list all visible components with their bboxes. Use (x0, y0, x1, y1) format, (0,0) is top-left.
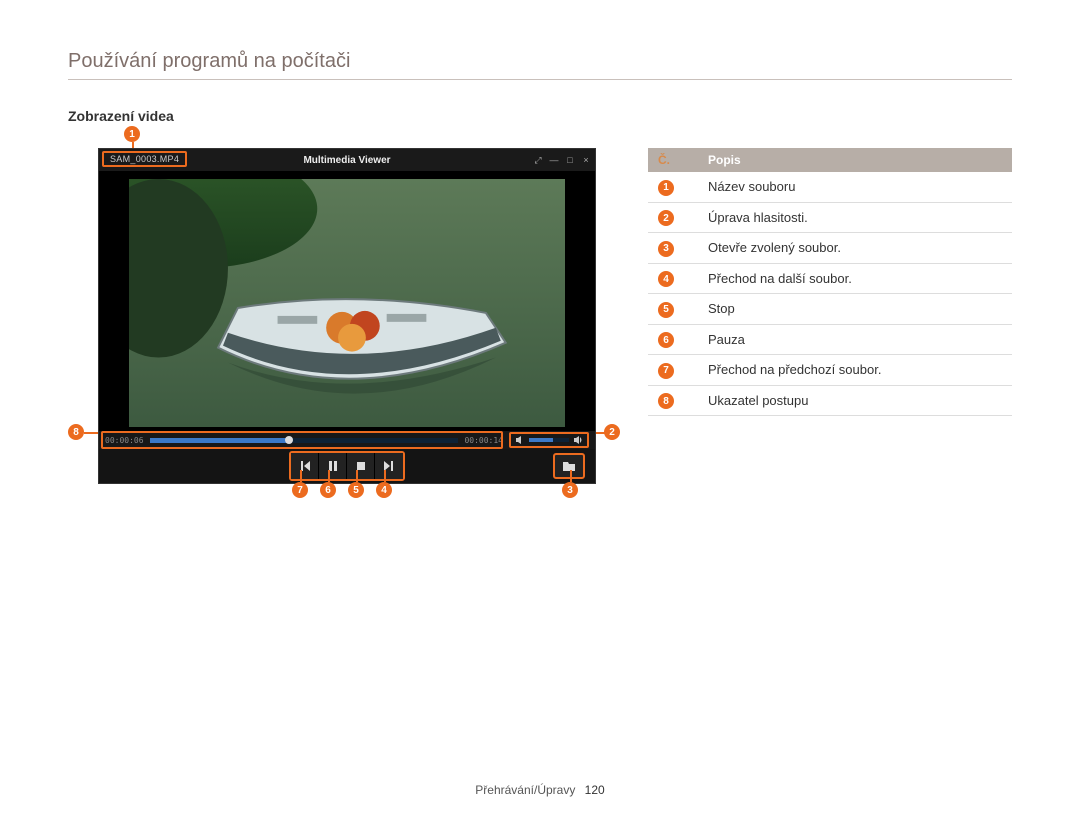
callout-5: 5 (348, 482, 364, 498)
folder-icon (562, 460, 576, 472)
volume-control[interactable] (509, 432, 589, 448)
pause-button[interactable] (319, 453, 347, 479)
table-row: 4Přechod na další soubor. (648, 263, 1012, 294)
table-header-desc: Popis (698, 148, 1012, 172)
next-button[interactable] (375, 453, 403, 479)
table-row: 1Název souboru (648, 172, 1012, 202)
callout-7: 7 (292, 482, 308, 498)
callout-6: 6 (320, 482, 336, 498)
table-header-number: Č. (648, 148, 698, 172)
table-row: 7Přechod na předchozí soubor. (648, 355, 1012, 386)
page-number: 120 (585, 783, 605, 797)
player-figure: 1 8 2 SAM_0003.MP4 Multimedia Viewer ⤢ —… (68, 132, 608, 492)
window-controls: ⤢ — □ × (533, 149, 591, 171)
close-icon[interactable]: × (581, 155, 591, 165)
stop-button[interactable] (347, 453, 375, 479)
callout-2: 2 (604, 424, 620, 440)
filename-label: SAM_0003.MP4 (102, 151, 187, 167)
minimize-icon[interactable]: — (549, 155, 559, 165)
app-title: Multimedia Viewer (303, 155, 390, 166)
callout-3: 3 (562, 482, 578, 498)
table-row: 3Otevře zvolený soubor. (648, 233, 1012, 264)
multimedia-viewer-window: SAM_0003.MP4 Multimedia Viewer ⤢ — □ × (98, 148, 596, 484)
open-file-button[interactable] (553, 453, 585, 479)
playback-buttons-row (99, 449, 595, 483)
previous-button[interactable] (291, 453, 319, 479)
controls-bar: 00:00:06 00:00:14 (99, 431, 595, 449)
description-table: Č. Popis 1Název souboru 2Úprava hlasitos… (648, 148, 1012, 416)
volume-up-icon (573, 435, 583, 445)
video-frame (99, 171, 595, 431)
window-titlebar: SAM_0003.MP4 Multimedia Viewer ⤢ — □ × (99, 149, 595, 171)
section-title: Používání programů na počítači (68, 50, 1012, 80)
expand-icon[interactable]: ⤢ (533, 155, 543, 166)
table-row: 2Úprava hlasitosti. (648, 202, 1012, 233)
table-row: 6Pauza (648, 324, 1012, 355)
breadcrumb: Přehrávání/Úpravy (475, 783, 575, 797)
progress-bar[interactable] (150, 438, 459, 443)
page-footer: Přehrávání/Úpravy 120 (0, 783, 1080, 797)
callout-4: 4 (376, 482, 392, 498)
table-row: 5Stop (648, 294, 1012, 325)
maximize-icon[interactable]: □ (565, 155, 575, 165)
volume-mute-icon (515, 435, 525, 445)
subheading: Zobrazení videa (68, 108, 1012, 124)
callout-1: 1 (124, 126, 140, 142)
callout-8: 8 (68, 424, 84, 440)
table-row: 8Ukazatel postupu (648, 385, 1012, 416)
